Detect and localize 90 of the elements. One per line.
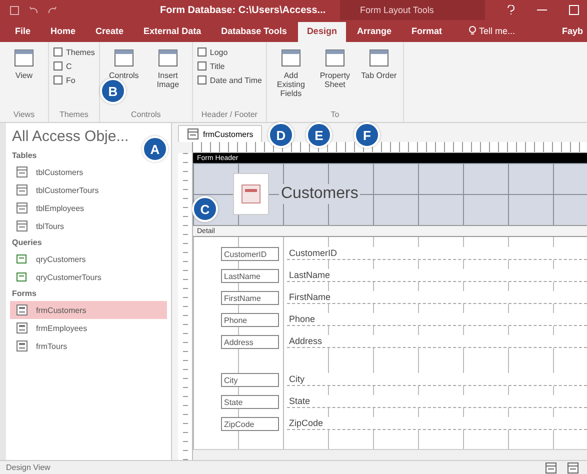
- ribbon-button[interactable]: Title: [196, 61, 262, 71]
- ribbon-button[interactable]: View: [4, 45, 44, 108]
- query-icon: [16, 253, 28, 265]
- text-box-control[interactable]: FirstName: [287, 291, 587, 304]
- form-view-icon: [545, 462, 557, 474]
- field-label[interactable]: LastName: [221, 269, 279, 283]
- text-box-control[interactable]: State: [287, 395, 587, 408]
- nav-item[interactable]: tblEmployees: [10, 199, 167, 217]
- ribbon-button[interactable]: Insert Image: [148, 45, 188, 108]
- command-icon: [156, 47, 179, 69]
- field-label[interactable]: ZipCode: [221, 417, 279, 431]
- field-label[interactable]: CustomerID: [221, 247, 279, 261]
- ribbon-tab[interactable]: Database Tools: [212, 22, 296, 42]
- field-label[interactable]: Phone: [221, 313, 279, 327]
- text-box-control[interactable]: Phone: [287, 313, 587, 326]
- ribbon-button[interactable]: Property Sheet: [314, 45, 355, 108]
- group-label: Views: [12, 109, 36, 121]
- nav-section-header[interactable]: Tables: [10, 148, 39, 163]
- nav-item[interactable]: tblCustomerTours: [10, 181, 167, 199]
- minimize-icon[interactable]: [537, 9, 547, 11]
- command-icon: [196, 75, 207, 85]
- ribbon-tab[interactable]: Home: [42, 22, 85, 42]
- nav-item[interactable]: qryCustomers: [10, 250, 167, 268]
- text-box-control[interactable]: Address: [287, 335, 587, 348]
- table-icon: [16, 166, 28, 178]
- field-label[interactable]: State: [221, 395, 279, 409]
- ribbon-button[interactable]: C: [53, 61, 95, 71]
- command-icon: [324, 47, 346, 69]
- ribbon-button[interactable]: Themes: [53, 47, 95, 57]
- nav-pane-title: All Access Obje...: [11, 127, 130, 147]
- nav-item[interactable]: frmEmployees: [10, 319, 167, 337]
- ribbon-button[interactable]: Fo: [53, 75, 95, 85]
- ribbon-button[interactable]: Add Existing Fields: [270, 45, 311, 108]
- table-icon: [16, 202, 28, 214]
- group-label: Header / Footer: [200, 109, 258, 121]
- ribbon-tab[interactable]: Arrange: [348, 22, 400, 42]
- ribbon-tab[interactable]: Format: [402, 22, 451, 42]
- command-icon: [13, 47, 35, 69]
- table-icon: [16, 220, 28, 232]
- design-view-icon: [567, 462, 579, 474]
- group-label: Themes: [58, 109, 90, 121]
- logo-icon: [241, 184, 261, 204]
- save-icon[interactable]: [10, 6, 19, 14]
- form-icon: [16, 340, 28, 352]
- tell-me-field[interactable]: Tell me...: [462, 26, 521, 42]
- maximize-icon[interactable]: [569, 5, 579, 15]
- logo-image[interactable]: [233, 173, 269, 215]
- undo-icon[interactable]: [29, 6, 38, 14]
- field-label[interactable]: FirstName: [221, 291, 279, 305]
- command-icon: [368, 47, 390, 69]
- text-box-control[interactable]: LastName: [287, 269, 587, 282]
- status-text: Design View: [6, 463, 50, 472]
- contextual-tab-title: Form Layout Tools: [340, 0, 485, 20]
- nav-item[interactable]: tblTours: [10, 217, 167, 235]
- redo-icon[interactable]: [48, 6, 57, 14]
- ribbon-button[interactable]: Logo: [196, 47, 262, 57]
- command-icon: [280, 47, 302, 69]
- text-box-control[interactable]: ZipCode: [287, 417, 587, 430]
- ribbon-tab[interactable]: Design: [298, 22, 346, 42]
- lightbulb-icon: [468, 26, 476, 36]
- form-title[interactable]: Customers: [279, 184, 360, 204]
- command-icon: [196, 47, 207, 57]
- group-label: To: [330, 109, 340, 121]
- ribbon-tab[interactable]: Create: [86, 22, 133, 42]
- ribbon-tab[interactable]: File: [6, 22, 40, 42]
- nav-section-header[interactable]: Queries: [10, 235, 44, 250]
- command-icon: [112, 47, 135, 69]
- nav-item[interactable]: frmTours: [10, 337, 167, 355]
- text-box-control[interactable]: CustomerID: [287, 247, 587, 260]
- table-icon: [16, 184, 28, 196]
- group-label: Controls: [130, 109, 162, 121]
- nav-item[interactable]: tblCustomers: [10, 163, 167, 181]
- form-icon: [187, 128, 199, 140]
- help-icon[interactable]: [507, 5, 515, 15]
- document-tab[interactable]: frmCustomers: [178, 125, 262, 142]
- command-icon: [196, 61, 207, 71]
- form-icon: [16, 304, 28, 316]
- nav-section-header[interactable]: Forms: [10, 286, 38, 301]
- ribbon-tab[interactable]: External Data: [134, 22, 210, 42]
- text-box-control[interactable]: City: [287, 373, 587, 386]
- field-label[interactable]: City: [221, 373, 279, 387]
- user-name[interactable]: Fayb: [558, 26, 587, 42]
- query-icon: [16, 271, 28, 283]
- ribbon-button[interactable]: Tab Order: [358, 45, 399, 108]
- ribbon-button[interactable]: Date and Time: [196, 75, 262, 85]
- window-title: Form Database: C:\Users\Access...: [160, 4, 327, 16]
- field-label[interactable]: Address: [221, 335, 279, 349]
- form-icon: [16, 322, 28, 334]
- nav-item[interactable]: frmCustomers: [10, 301, 167, 319]
- nav-item[interactable]: qryCustomerTours: [10, 268, 167, 286]
